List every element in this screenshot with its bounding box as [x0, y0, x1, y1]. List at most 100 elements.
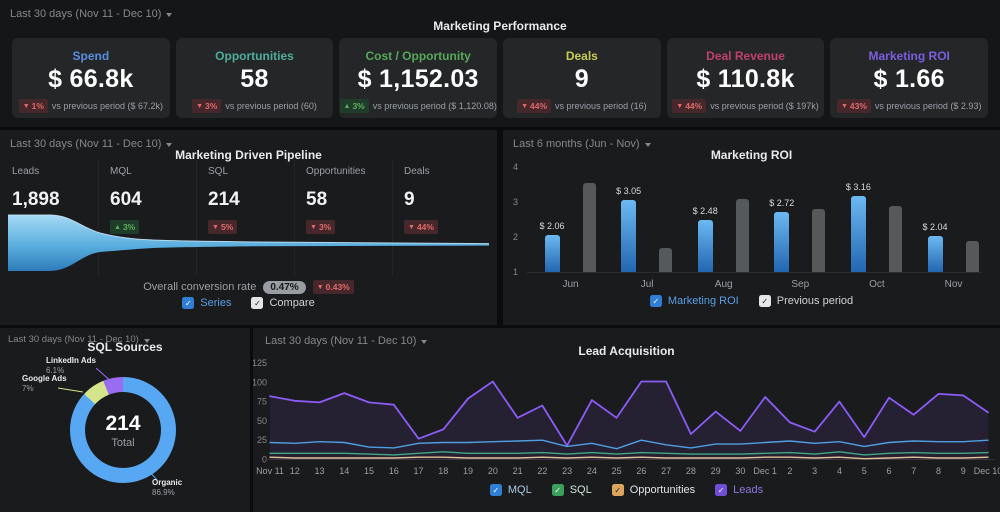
legend-checkbox-compare[interactable]: Compare [251, 297, 315, 309]
roi-title: Marketing ROI [710, 148, 793, 162]
kpi-card: Spend $ 66.8k 1% vs previous period ($ 67.2… [12, 38, 170, 118]
x-tick-label: 24 [587, 466, 597, 476]
legend-label: Leads [733, 484, 764, 496]
stage-label: Leads [12, 166, 40, 177]
legend-label: Previous period [776, 295, 854, 307]
legend-label: Marketing ROI [667, 295, 739, 307]
roi-bar-previous [812, 209, 826, 272]
roi-legend: Marketing ROI Previous period [503, 295, 1000, 307]
legend-label: Series [200, 297, 232, 309]
kpi-title: Deals [565, 49, 598, 63]
legend-checkbox-sql[interactable]: SQL [551, 484, 592, 496]
kpi-panel: Last 30 days (Nov 11 - Dec 10) Marketing… [0, 0, 1000, 127]
x-tick-label: 5 [862, 466, 867, 476]
kpi-compare-text: vs previous period (60) [225, 101, 317, 111]
stage-value: 214 [208, 189, 240, 210]
funnel-stage-opportunities: Opportunities 58 3% [306, 166, 398, 234]
kpi-compare-text: vs previous period ($ 67.2k) [51, 101, 163, 111]
delta-badge: 3% [339, 99, 369, 113]
kpi-delta-row: 44% vs previous period ($ 197k) [667, 99, 825, 113]
legend-checkbox-mql[interactable]: MQL [489, 484, 532, 496]
lead-acquisition-panel: Last 30 days (Nov 11 - Dec 10) Lead Acqu… [253, 328, 1000, 512]
donut-slice-label-linkedin-ads: LinkedIn Ads 6.1% [46, 356, 96, 376]
funnel-stage-mql: MQL 604 3% [110, 166, 202, 234]
checkbox-icon [551, 484, 564, 496]
y-tick-label: 1 [513, 267, 519, 277]
roi-panel: Last 6 months (Jun - Nov) Marketing ROI … [503, 130, 1000, 325]
checkbox-icon [649, 295, 662, 307]
stage-label: Deals [404, 166, 430, 177]
y-tick-label: 75 [257, 397, 267, 407]
funnel-title: Marketing Driven Pipeline [175, 148, 322, 162]
x-tick-label: 25 [612, 466, 622, 476]
arrow-down-icon [212, 221, 219, 233]
x-tick-label: 16 [389, 466, 399, 476]
arrow-down-icon [841, 100, 848, 112]
legend-checkbox-marketing-roi[interactable]: Marketing ROI [649, 295, 739, 307]
x-tick-label: 23 [562, 466, 572, 476]
x-tick-label: 6 [886, 466, 891, 476]
kpi-compare-text: vs previous period ($ 1,120.08) [372, 101, 497, 111]
x-tick-label: Jun [562, 279, 579, 290]
delta-value: 3% [205, 100, 218, 111]
legend-checkbox-opportunities[interactable]: Opportunities [611, 484, 695, 496]
dashboard: { "global": { "title": "Marketing Perfor… [0, 0, 1000, 512]
funnel-stage-leads: Leads 1,898 7% [12, 166, 104, 234]
kpi-compare-text: vs previous period ($ 197k) [710, 101, 819, 111]
legend-checkbox-previous-period[interactable]: Previous period [758, 295, 854, 307]
x-tick-label: Aug [714, 279, 733, 290]
x-tick-label: 20 [488, 466, 498, 476]
donut-slice-label-google-ads: Google Ads 7% [22, 374, 67, 394]
slice-percent: 6.1% [46, 366, 65, 375]
legend-checkbox-series[interactable]: Series [182, 297, 231, 309]
delta-value: 3% [352, 100, 365, 111]
x-tick-label: Sep [791, 279, 810, 290]
delta-value: 3% [318, 221, 332, 232]
kpi-title: Opportunities [215, 49, 294, 63]
legend-checkbox-leads[interactable]: Leads [715, 484, 763, 496]
roi-bar-previous [735, 198, 749, 272]
x-tick-label: 13 [315, 466, 325, 476]
x-tick-label: 8 [936, 466, 941, 476]
y-tick-label: 50 [257, 416, 267, 426]
stage-label: Opportunities [306, 166, 366, 177]
x-tick-label: 26 [636, 466, 646, 476]
chevron-down-icon [166, 143, 173, 147]
checkbox-icon [489, 484, 502, 496]
delta-value: 1% [31, 100, 44, 111]
bar-value-label: $ 2.04 [922, 221, 948, 232]
funnel-stage-sql: SQL 214 5% [208, 166, 300, 234]
lead-legend: MQL SQL Opportunities Leads [253, 484, 1000, 496]
legend-label: Compare [269, 297, 315, 309]
sql-sources-title: SQL Sources [87, 340, 163, 354]
conversion-delta-value: 0.43% [325, 281, 350, 292]
x-tick-label: Nov [944, 279, 963, 290]
x-tick-label: Dec 1 [753, 466, 777, 476]
page-title: Marketing Performance [433, 19, 567, 33]
chevron-down-icon [644, 143, 651, 147]
funnel-legend: Series Compare [0, 297, 497, 309]
conversion-rate-row: Overall conversion rate 0.47% 0.43% [0, 280, 497, 294]
arrow-down-icon [408, 221, 415, 233]
kpi-compare-text: vs previous period (16) [555, 101, 647, 111]
x-tick-label: Nov 11 [256, 466, 284, 476]
arrow-down-icon [196, 100, 203, 112]
x-tick-label: 17 [414, 466, 424, 476]
x-tick-label: 18 [438, 466, 448, 476]
legend-label: MQL [507, 484, 532, 496]
roi-bar-current [927, 235, 943, 272]
y-tick-label: 125 [253, 358, 267, 368]
delta-value: 7% [24, 221, 38, 232]
roi-bar-previous [582, 182, 596, 272]
delta-badge: 44% [517, 99, 552, 113]
kpi-value: $ 66.8k [48, 65, 134, 93]
delta-badge: 3% [192, 99, 222, 113]
delta-badge: 5% [208, 220, 238, 234]
y-tick-label: 100 [253, 377, 267, 387]
x-axis-line [527, 272, 982, 273]
bar-value-label: $ 3.05 [616, 186, 642, 197]
kpi-title: Cost / Opportunity [365, 49, 471, 63]
stage-value: 604 [110, 189, 142, 210]
stage-value: 58 [306, 189, 328, 210]
checkbox-icon [715, 484, 728, 496]
